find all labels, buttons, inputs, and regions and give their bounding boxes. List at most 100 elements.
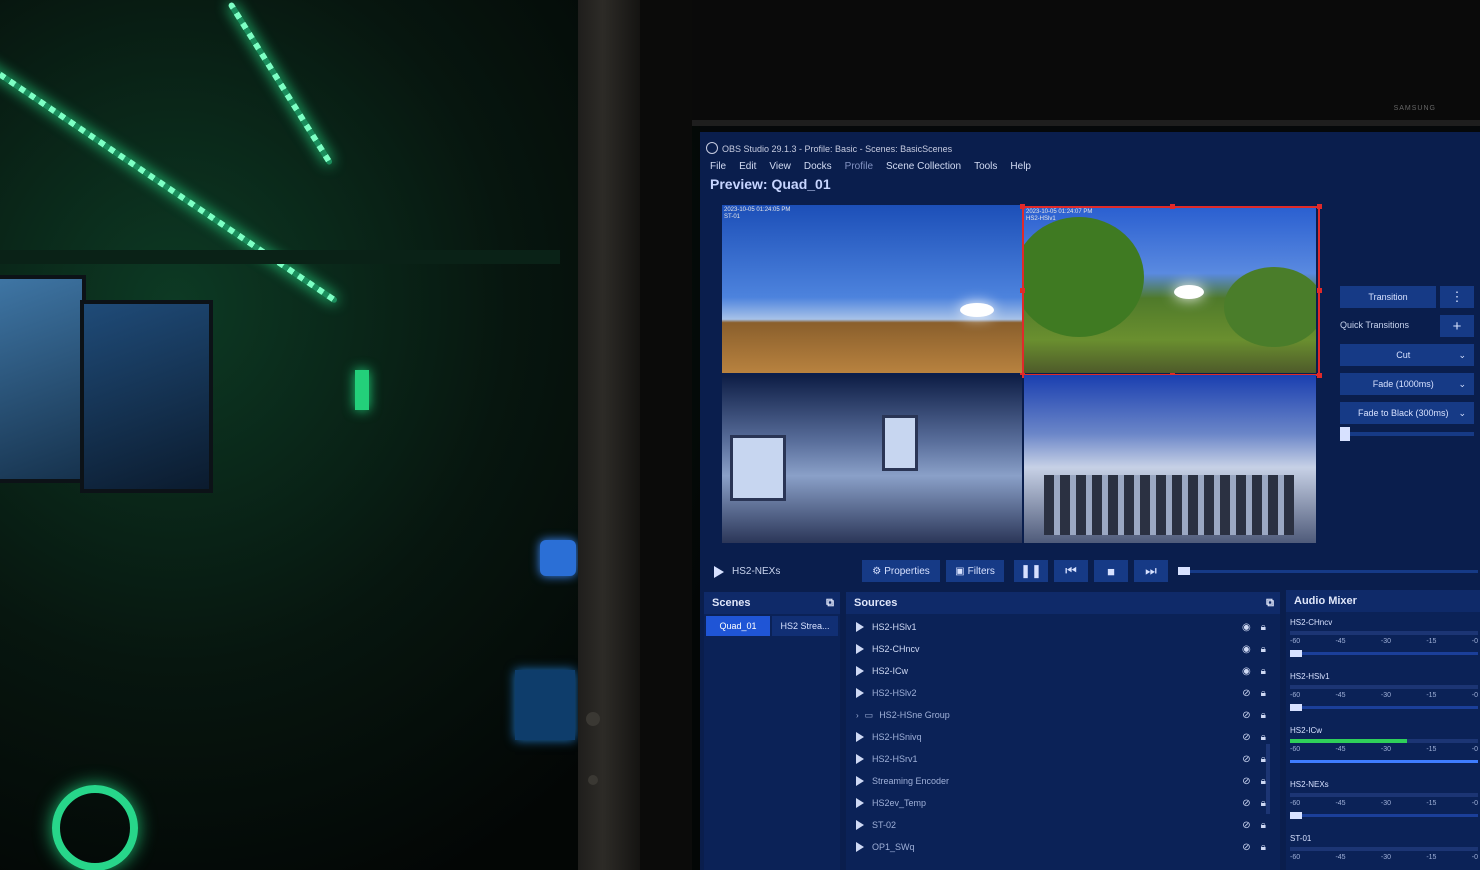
source-row[interactable]: HS2-HSlv2 ⊘ 🔒︎ bbox=[852, 682, 1272, 704]
source-row[interactable]: HS2ev_Temp ⊘ 🔒︎ bbox=[852, 792, 1272, 814]
scene-tab-quad-01[interactable]: Quad_01 bbox=[706, 616, 770, 636]
transition-select-fade[interactable]: Fade (1000ms) ⌄ bbox=[1340, 373, 1474, 395]
filters-button[interactable]: ▣ Filters bbox=[946, 560, 1004, 582]
volume-knob[interactable] bbox=[1290, 704, 1302, 711]
volume-slider[interactable] bbox=[1290, 704, 1478, 711]
source-label: ST-02 bbox=[872, 820, 897, 830]
undock-icon[interactable]: ⧉ bbox=[1266, 597, 1274, 610]
source-row[interactable]: HS2-CHncv ◉ 🔒︎ bbox=[852, 638, 1272, 660]
source-label: Streaming Encoder bbox=[872, 776, 950, 786]
preview-cam-ruins[interactable] bbox=[1024, 375, 1316, 543]
stop-icon[interactable]: ■ bbox=[1094, 560, 1128, 582]
eye-icon[interactable]: ◉ bbox=[1242, 622, 1251, 633]
source-label: OP1_SWq bbox=[872, 842, 915, 852]
eye-off-icon[interactable]: ⊘ bbox=[1242, 842, 1250, 853]
source-row[interactable]: HS2-HSnivq ⊘ 🔒︎ bbox=[852, 726, 1272, 748]
led-strip bbox=[227, 1, 334, 166]
lock-icon[interactable]: 🔒︎ bbox=[1261, 622, 1266, 633]
play-icon bbox=[856, 644, 864, 654]
eye-off-icon[interactable]: ⊘ bbox=[1242, 688, 1250, 699]
transition-option-label: Fade to Black (300ms) bbox=[1357, 408, 1449, 418]
tick-label: -30 bbox=[1380, 854, 1391, 861]
kebab-menu-icon[interactable]: ⋮ bbox=[1440, 286, 1474, 308]
tick-label: -30 bbox=[1380, 746, 1391, 753]
source-row[interactable]: OP1_SWq ⊘ 🔒︎ bbox=[852, 836, 1272, 858]
menu-edit[interactable]: Edit bbox=[739, 161, 756, 172]
properties-button[interactable]: ⚙ Properties bbox=[862, 560, 940, 582]
eye-off-icon[interactable]: ⊘ bbox=[1242, 776, 1250, 787]
fan-glow-ring bbox=[52, 785, 138, 870]
volume-knob[interactable] bbox=[1290, 812, 1302, 819]
menu-docks[interactable]: Docks bbox=[804, 161, 832, 172]
menu-file[interactable]: File bbox=[710, 161, 726, 172]
t-bar-slider[interactable] bbox=[1340, 427, 1474, 441]
volume-knob[interactable] bbox=[1290, 650, 1302, 657]
eye-off-icon[interactable]: ⊘ bbox=[1242, 798, 1250, 809]
lock-icon[interactable]: 🔒︎ bbox=[1261, 666, 1266, 677]
source-row[interactable]: HS2-HSlv1 ◉ 🔒︎ bbox=[852, 616, 1272, 638]
eye-off-icon[interactable]: ⊘ bbox=[1242, 710, 1250, 721]
sources-dock: HS2-HSlv1 ◉ 🔒︎ HS2-CHncv ◉ 🔒︎ HS2-ICw ◉ 🔒︎ HS2… bbox=[846, 614, 1280, 870]
selection-box[interactable] bbox=[1020, 204, 1322, 378]
mixer-channel: HS2-HSlv1 -60 -45 -30 -15 -0 bbox=[1290, 672, 1480, 722]
preview-cam-interior[interactable] bbox=[722, 375, 1022, 543]
lock-icon[interactable]: 🔒︎ bbox=[1261, 644, 1266, 655]
media-seek-bar[interactable] bbox=[1178, 567, 1478, 575]
menu-scene-collection[interactable]: Scene Collection bbox=[886, 161, 961, 172]
blue-light bbox=[540, 540, 576, 576]
menu-profile[interactable]: Profile bbox=[845, 161, 873, 172]
chevron-down-icon: ⌄ bbox=[1458, 407, 1466, 418]
transition-select-cut[interactable]: Cut ⌄ bbox=[1340, 344, 1474, 366]
level-meter bbox=[1290, 793, 1478, 797]
lock-icon[interactable]: 🔒︎ bbox=[1261, 710, 1266, 721]
pause-icon[interactable]: ❚❚ bbox=[1014, 560, 1048, 582]
add-transition-icon[interactable]: + bbox=[1440, 315, 1474, 337]
play-icon bbox=[856, 842, 864, 852]
small-screen bbox=[515, 670, 575, 740]
tick-label: -0 bbox=[1471, 800, 1478, 807]
play-icon[interactable] bbox=[714, 566, 724, 578]
menu-help[interactable]: Help bbox=[1010, 161, 1031, 172]
meter-ticks: -60 -45 -30 -15 -0 bbox=[1290, 746, 1478, 753]
chevron-down-icon: ⌄ bbox=[1458, 378, 1466, 389]
play-icon bbox=[856, 666, 864, 676]
eye-icon[interactable]: ◉ bbox=[1242, 666, 1251, 677]
chevron-right-icon[interactable]: › bbox=[856, 711, 859, 720]
transition-button[interactable]: Transition bbox=[1340, 286, 1436, 308]
source-group-row[interactable]: › ▭ HS2-HSne Group ⊘ 🔒︎ bbox=[852, 704, 1272, 726]
transition-option-label: Cut bbox=[1396, 350, 1411, 360]
audio-mixer-dock: HS2-CHncv -60 -45 -30 -15 -0 HS2-HSlv1 -60 -4… bbox=[1286, 612, 1480, 870]
volume-slider[interactable] bbox=[1290, 760, 1478, 763]
scrollbar[interactable] bbox=[1266, 744, 1270, 814]
play-icon bbox=[856, 688, 864, 698]
meter-ticks: -60 -45 -30 -15 -0 bbox=[1290, 692, 1478, 699]
menu-view[interactable]: View bbox=[769, 161, 791, 172]
volume-slider[interactable] bbox=[1290, 650, 1478, 657]
skip-forward-icon[interactable]: ⏭ bbox=[1134, 560, 1168, 582]
menu-tools[interactable]: Tools bbox=[974, 161, 997, 172]
lock-icon[interactable]: 🔒︎ bbox=[1261, 820, 1266, 831]
transition-select-fade-black[interactable]: Fade to Black (300ms) ⌄ bbox=[1340, 402, 1474, 424]
eye-off-icon[interactable]: ⊘ bbox=[1242, 754, 1250, 765]
eye-off-icon[interactable]: ⊘ bbox=[1242, 820, 1250, 831]
tick-label: -0 bbox=[1471, 854, 1478, 861]
level-meter bbox=[1290, 631, 1478, 635]
scene-tab-hs2-stream[interactable]: HS2 Strea... bbox=[772, 616, 838, 636]
source-row[interactable]: ST-02 ⊘ 🔒︎ bbox=[852, 814, 1272, 836]
lock-icon[interactable]: 🔒︎ bbox=[1261, 688, 1266, 699]
eye-icon[interactable]: ◉ bbox=[1242, 644, 1251, 655]
tick-label: -30 bbox=[1380, 638, 1391, 645]
lock-icon[interactable]: 🔒︎ bbox=[1261, 842, 1266, 853]
volume-slider[interactable] bbox=[1290, 812, 1478, 819]
source-label: HS2-HSne Group bbox=[879, 710, 950, 720]
lock-icon[interactable]: 🔒︎ bbox=[1261, 732, 1266, 743]
source-row[interactable]: HS2-ICw ◉ 🔒︎ bbox=[852, 660, 1272, 682]
mixer-channel: ST-01 -60 -45 -30 -15 -0 bbox=[1290, 834, 1480, 870]
background-monitor bbox=[0, 275, 86, 483]
skip-back-icon[interactable]: ⏮ bbox=[1054, 560, 1088, 582]
source-row[interactable]: Streaming Encoder ⊘ 🔒︎ bbox=[852, 770, 1272, 792]
source-row[interactable]: HS2-HSrv1 ⊘ 🔒︎ bbox=[852, 748, 1272, 770]
eye-off-icon[interactable]: ⊘ bbox=[1242, 732, 1250, 743]
preview-cam-desert[interactable]: 2023-10-05 01:24:05 PM ST-01 bbox=[722, 205, 1022, 373]
undock-icon[interactable]: ⧉ bbox=[826, 597, 834, 610]
